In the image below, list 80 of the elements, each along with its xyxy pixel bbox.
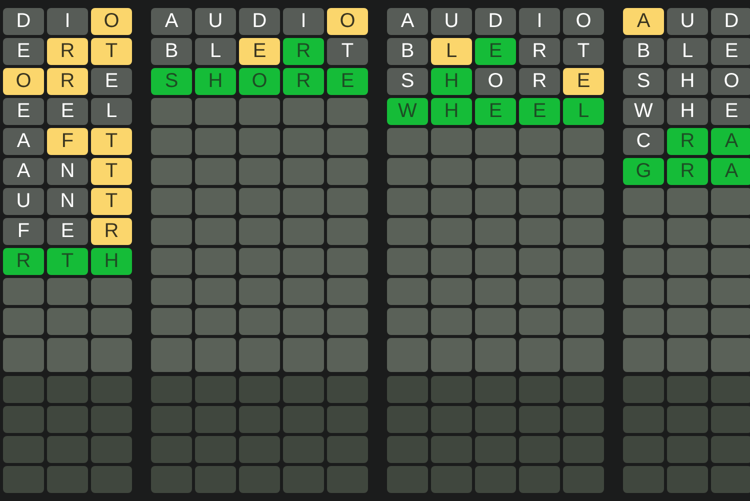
letter-tile: E: [519, 98, 560, 125]
letter-tile: R: [667, 158, 708, 185]
letter-tile: S: [387, 68, 428, 95]
letter-tile: R: [3, 248, 44, 275]
letter-tile: O: [91, 8, 132, 35]
letter-tile: H: [667, 68, 708, 95]
letter-tile: R: [667, 128, 708, 155]
letter-tile: U: [3, 188, 44, 215]
letter-tile: T: [327, 38, 368, 65]
letter-tile: R: [91, 218, 132, 245]
letter-tile: H: [91, 248, 132, 275]
letter-tile: E: [563, 68, 604, 95]
letter-tile: N: [47, 188, 88, 215]
letter-tile: B: [151, 38, 192, 65]
letter-tile: W: [623, 98, 664, 125]
letter-tile: L: [91, 98, 132, 125]
letter-tile: R: [519, 38, 560, 65]
letter-tile: E: [47, 98, 88, 125]
letter-tile: R: [283, 68, 324, 95]
letter-tile: D: [239, 8, 280, 35]
letter-tile: L: [563, 98, 604, 125]
letter-tile: I: [47, 8, 88, 35]
letter-tile: H: [431, 68, 472, 95]
letter-tile: R: [47, 68, 88, 95]
letter-tile: R: [47, 38, 88, 65]
letter-tile: I: [519, 8, 560, 35]
letter-tile: E: [475, 38, 516, 65]
letter-tile: U: [667, 8, 708, 35]
letter-tile: H: [431, 98, 472, 125]
letter-tile: A: [711, 158, 750, 185]
letter-tile: L: [195, 38, 236, 65]
letter-tile: S: [151, 68, 192, 95]
letter-tile: E: [3, 98, 44, 125]
letter-tile: O: [327, 8, 368, 35]
letter-tile: T: [91, 38, 132, 65]
letter-tile: U: [431, 8, 472, 35]
letter-tile: O: [239, 68, 280, 95]
letter-tile: A: [3, 158, 44, 185]
letter-tile: O: [3, 68, 44, 95]
letter-tile: W: [387, 98, 428, 125]
letter-tile: B: [623, 38, 664, 65]
letter-tile: T: [47, 248, 88, 275]
letter-tile: T: [563, 38, 604, 65]
letter-tile: O: [563, 8, 604, 35]
letter-tile: R: [283, 38, 324, 65]
letter-tile: U: [195, 8, 236, 35]
letter-tile: E: [3, 38, 44, 65]
letter-tile: A: [623, 8, 664, 35]
letter-tile: E: [327, 68, 368, 95]
letter-tile: L: [667, 38, 708, 65]
letter-tile: H: [667, 98, 708, 125]
letter-tile: A: [711, 128, 750, 155]
letter-tile: F: [47, 128, 88, 155]
letter-tile: D: [475, 8, 516, 35]
letter-tile: E: [239, 38, 280, 65]
letter-tile: E: [91, 68, 132, 95]
letter-tile: O: [711, 68, 750, 95]
letter-tile: E: [47, 218, 88, 245]
letter-tile: T: [91, 128, 132, 155]
letter-tile: A: [3, 128, 44, 155]
letter-tile: B: [387, 38, 428, 65]
letter-tile: E: [475, 98, 516, 125]
letter-tile: A: [151, 8, 192, 35]
letter-tile: E: [711, 38, 750, 65]
letter-tile: F: [3, 218, 44, 245]
letter-tile: I: [283, 8, 324, 35]
letter-tile: T: [91, 158, 132, 185]
letter-tile: L: [431, 38, 472, 65]
letter-tile: T: [91, 188, 132, 215]
letter-tile: E: [711, 98, 750, 125]
letter-tile: G: [623, 158, 664, 185]
letter-tile: N: [47, 158, 88, 185]
letter-tile: H: [195, 68, 236, 95]
letter-tile: S: [623, 68, 664, 95]
letter-tile: D: [3, 8, 44, 35]
letter-tile: D: [711, 8, 750, 35]
letter-tile: C: [623, 128, 664, 155]
letter-tile: O: [475, 68, 516, 95]
letter-tile: A: [387, 8, 428, 35]
letter-tile: R: [519, 68, 560, 95]
